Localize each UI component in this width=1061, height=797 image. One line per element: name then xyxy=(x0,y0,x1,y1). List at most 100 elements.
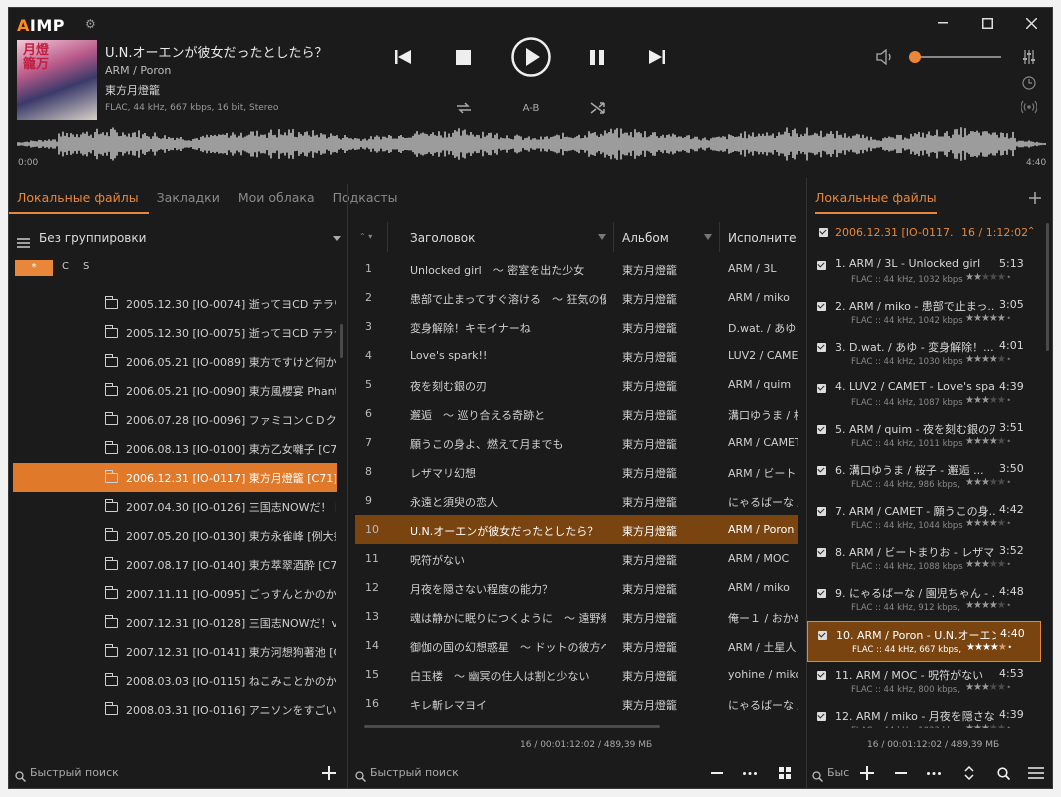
speaker-icon[interactable] xyxy=(875,48,895,66)
main-menu-button[interactable] xyxy=(1027,765,1045,781)
item-checkbox[interactable] xyxy=(817,507,826,516)
letter-filter-c[interactable]: C xyxy=(62,261,69,272)
add-playlist-button[interactable] xyxy=(1027,190,1043,206)
item-checkbox[interactable] xyxy=(817,343,826,352)
right-playlist-item[interactable]: 8. ARM / ビートまりお - レザマリ... 3:52FLAC :: 44 … xyxy=(807,539,1041,580)
playlist-hscrollbar[interactable] xyxy=(364,725,660,728)
close-button[interactable] xyxy=(1011,8,1051,38)
title-filter-icon[interactable] xyxy=(598,234,606,240)
right-playlist-item[interactable]: 9. にゃるばーな / 園児ちゃん - ... 4:48 FLAC :: 44 kH… xyxy=(807,580,1041,621)
playlist-row[interactable]: 7 願うこの身よ、燃えて月までも 東方月燈籠 ARM / CAMET xyxy=(355,428,798,457)
letter-filter-s[interactable]: S xyxy=(83,261,89,272)
sort-icon[interactable]: ⌃ ▾ xyxy=(359,232,372,241)
volume-slider[interactable] xyxy=(909,51,1001,63)
item-checkbox[interactable] xyxy=(817,548,826,557)
play-button[interactable] xyxy=(509,35,553,79)
column-header-album[interactable]: Альбом xyxy=(622,231,669,245)
radio-broadcast-icon[interactable] xyxy=(1019,98,1039,116)
right-playlist-item[interactable]: 1. ARM / 3L - Unlocked girl 5:13 FLAC :: 4… xyxy=(807,252,1041,293)
item-checkbox[interactable] xyxy=(817,466,826,475)
folder-item[interactable]: 2008.03.31 [IO-0116] アニソンをすごいオペラ xyxy=(13,695,337,724)
letter-filter-all[interactable]: * xyxy=(15,260,53,276)
folder-item[interactable]: 2007.12.31 [IO-0141] 東方河想狗著池 [C7 xyxy=(13,637,337,666)
view-mode-button[interactable] xyxy=(777,765,793,781)
waveform-seekbar[interactable] xyxy=(17,126,1047,162)
item-checkbox[interactable] xyxy=(817,425,826,434)
folder-item[interactable]: 2008.03.03 [IO-0115] ねこみことかのからおけ xyxy=(13,666,337,695)
item-checkbox[interactable] xyxy=(817,302,826,311)
folder-item[interactable]: 2006.07.28 [IO-0096] ファミコンＣＤクラシック xyxy=(13,405,337,434)
rating-stars[interactable]: ★★★★★ • xyxy=(965,682,1011,693)
right-playlist-item[interactable]: 5. ARM / quim - 夜を刻む銀の刃 3:51 FLAC :: 44 kH… xyxy=(807,416,1041,457)
playlist-row[interactable]: 13 魂は静かに眠りにつくように ～ 遠野郷の 東方月燈籠 俺ー１ / おかめ xyxy=(355,602,798,631)
minimize-button[interactable] xyxy=(923,8,963,38)
playlist-row[interactable]: 10 U.N.オーエンが彼女だったとしたら？ 東方月燈籠 ARM / Poron xyxy=(355,515,798,544)
playlist-row[interactable]: 1 Unlocked girl ～ 密室を出た少女 東方月燈籠 ARM / 3L xyxy=(355,254,798,283)
pause-button[interactable] xyxy=(585,46,609,68)
grouping-selector[interactable]: Без группировки xyxy=(39,231,146,245)
column-header-title[interactable]: Заголовок xyxy=(410,231,475,245)
item-checkbox[interactable] xyxy=(817,589,826,598)
right-playlist-item[interactable]: 12. ARM / miko - 月夜を隠さな... 4:39FLAC :: 44… xyxy=(807,703,1041,728)
folder-item[interactable]: 2007.11.11 [IO-0095] ごっすんとかのからおけ xyxy=(13,579,337,608)
playlist-row[interactable]: 15 白玉楼 ～ 幽冥の住人は割と少ない 東方月燈籠 yohine / miko xyxy=(355,660,798,689)
item-checkbox[interactable] xyxy=(817,384,826,393)
playlist-row[interactable]: 8 レザマリ幻想 東方月燈籠 ARM / ビートま xyxy=(355,457,798,486)
right-tab-local-files[interactable]: Локальные файлы xyxy=(815,184,937,214)
folder-item[interactable]: 2007.05.20 [IO-0130] 東方永雀峰 [例大祭 xyxy=(13,521,337,550)
folder-item[interactable]: 2007.08.17 [IO-0140] 東方萃翠酒酔 [C72] xyxy=(13,550,337,579)
folder-item[interactable]: 2005.12.30 [IO-0074] 逝ってヨCD テラワロス v xyxy=(13,289,337,318)
right-playlist-item[interactable]: 7. ARM / CAMET - 願うこの身... 4:42 FLAC :: 44 … xyxy=(807,498,1041,539)
tab-clouds[interactable]: Мои облака xyxy=(230,184,325,214)
volume-knob[interactable] xyxy=(909,51,922,63)
rating-stars[interactable]: ★★★★★ • xyxy=(965,477,1011,488)
tab-podcasts[interactable]: Подкасты xyxy=(325,184,408,214)
item-checkbox[interactable] xyxy=(817,671,826,680)
rating-stars[interactable]: ★★★★★ • xyxy=(965,272,1011,283)
group-checkbox[interactable] xyxy=(819,228,828,237)
right-playlist-item[interactable]: 11. ARM / MOC - 呪符がない 4:53 FLAC :: 44 kHz,… xyxy=(807,662,1041,703)
folder-item[interactable]: 2006.05.21 [IO-0089] 東方ですけど何か？ [l xyxy=(13,347,337,376)
stop-button[interactable] xyxy=(451,46,475,68)
right-search-button[interactable] xyxy=(995,765,1011,781)
folder-item[interactable]: 2007.12.31 [IO-0128] 三国志NOWだ！ver2 xyxy=(13,608,337,637)
remove-button[interactable] xyxy=(709,765,725,781)
folder-item[interactable]: 2006.08.13 [IO-0100] 東方乙女囃子 [C70] xyxy=(13,434,337,463)
playlist-row[interactable]: 9 永遠と須臾の恋人 東方月燈籠 にゃるばーな / 園 xyxy=(355,486,798,515)
folder-item[interactable]: 2005.12.30 [IO-0075] 逝ってヨCD テラヤバスv xyxy=(13,318,337,347)
tab-bookmarks[interactable]: Закладки xyxy=(149,184,230,214)
playlist-row[interactable]: 12 月夜を隠さない程度の能力？ 東方月燈籠 ARM / miko xyxy=(355,573,798,602)
left-quick-search[interactable]: Быстрый поиск xyxy=(30,766,119,779)
rating-stars[interactable]: ★★★★★ • xyxy=(965,354,1011,365)
right-quick-search[interactable]: Быс xyxy=(827,766,849,779)
playlist-row[interactable]: 11 呪符がない 東方月燈籠 ARM / MOC xyxy=(355,544,798,573)
scheduler-icon[interactable] xyxy=(1019,74,1039,92)
next-button[interactable] xyxy=(645,46,669,68)
collapse-group-icon[interactable]: ⌃ xyxy=(1027,226,1035,237)
playlist-row[interactable]: 14 御伽の国の幻想惑星 ～ ドットの彼方へ 東方月燈籠 ARM / 土星人 xyxy=(355,631,798,660)
right-playlist-item[interactable]: 2. ARM / miko - 患部で止まっ... 3:05 FLAC :: 44 … xyxy=(807,293,1041,334)
rating-stars[interactable]: ★★★★★ • xyxy=(965,518,1011,529)
rating-stars[interactable]: ★★★★★ • xyxy=(965,559,1011,570)
album-filter-icon[interactable] xyxy=(704,234,712,240)
item-checkbox[interactable] xyxy=(817,712,826,721)
equalizer-icon[interactable] xyxy=(1019,48,1039,66)
more-options-button[interactable] xyxy=(741,765,759,781)
rating-stars[interactable]: ★★★★★ • xyxy=(965,395,1011,406)
right-playlist-item[interactable]: 10. ARM / Poron - U.N.オーエン... 4:40 FLAC ::… xyxy=(807,621,1041,662)
rating-stars[interactable]: ★★★★★ • xyxy=(965,723,1011,728)
playlist-row[interactable]: 16 キレ斬レマヨイ 東方月燈籠 にゃるばーな / 園 xyxy=(355,689,798,718)
folder-item[interactable]: 2006.12.31 [IO-0117] 東方月燈籠 [C71] xyxy=(13,463,337,492)
right-more-button[interactable] xyxy=(925,765,943,781)
settings-gear-icon[interactable]: ⚙ xyxy=(85,18,97,30)
previous-button[interactable] xyxy=(391,46,415,68)
folder-scrollbar[interactable] xyxy=(340,324,343,358)
rating-stars[interactable]: ★★★★★ • xyxy=(966,642,1012,653)
rating-stars[interactable]: ★★★★★ • xyxy=(965,313,1011,324)
rating-stars[interactable]: ★★★★★ • xyxy=(965,436,1011,447)
folder-item[interactable]: 2007.04.30 [IO-0126] 三国志NOWだ！ [M3 xyxy=(13,492,337,521)
right-playlist-item[interactable]: 6. 溝口ゆうま / 桜子 - 邂逅 ... 3:50 FLAC :: 44 kHz… xyxy=(807,457,1041,498)
right-playlist-item[interactable]: 4. LUV2 / CAMET - Love's spar... 4:39 FLAC… xyxy=(807,375,1041,416)
right-add-button[interactable] xyxy=(859,765,875,781)
right-remove-button[interactable] xyxy=(893,765,909,781)
